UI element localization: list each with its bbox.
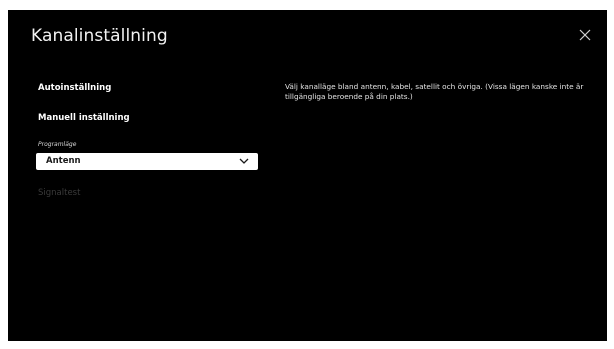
manual-setup-item[interactable]: Manuell inställning	[38, 113, 130, 123]
program-mode-label: Programläge	[38, 141, 77, 148]
close-icon	[578, 28, 592, 42]
mode-description: Välj kanalläge bland antenn, kabel, sate…	[285, 82, 584, 101]
tv-settings-screen: Kanalinställning Autoinställning Manuell…	[8, 10, 607, 341]
auto-setup-item[interactable]: Autoinställning	[38, 83, 111, 93]
program-mode-value: Antenn	[46, 156, 81, 166]
page-title: Kanalinställning	[31, 26, 168, 46]
chevron-down-icon	[239, 157, 249, 165]
close-button[interactable]	[578, 28, 592, 42]
program-mode-dropdown[interactable]: Antenn	[36, 153, 258, 170]
signal-test-item: Signaltest	[38, 188, 81, 198]
